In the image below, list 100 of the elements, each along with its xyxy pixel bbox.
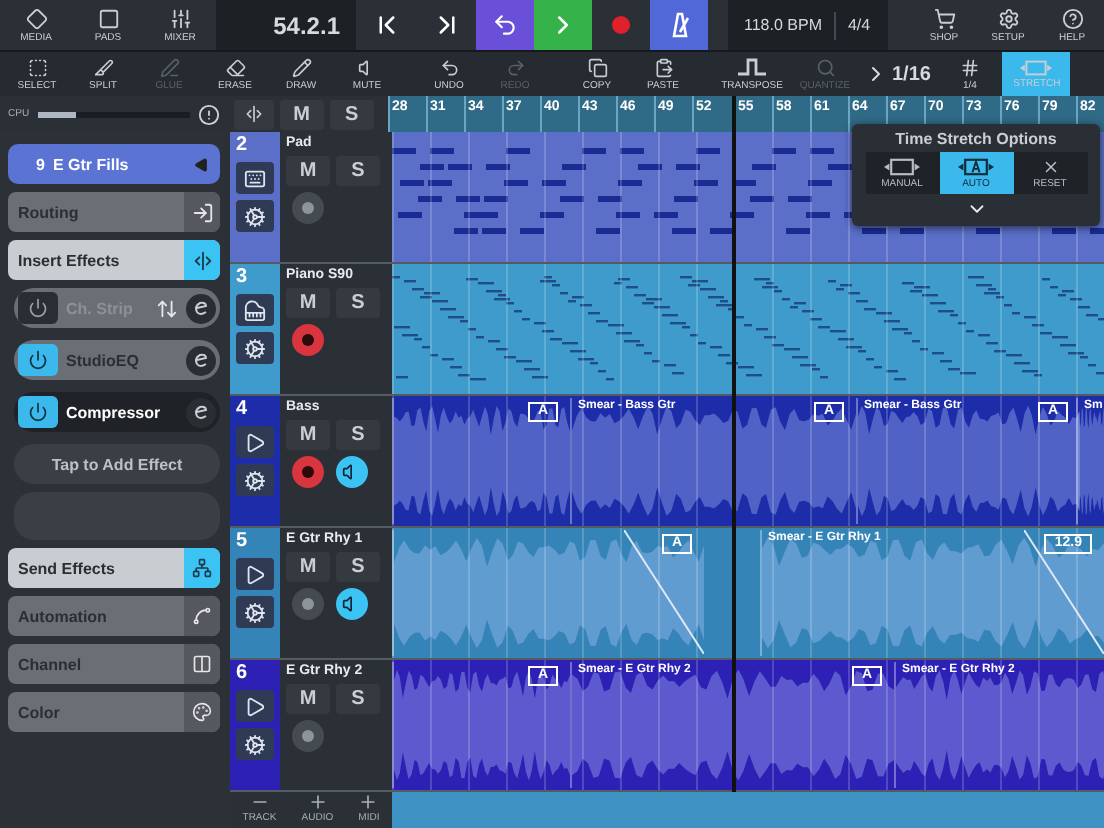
login-icon [191,201,213,223]
section-label: Automation [16,607,107,625]
popup-title: Time Stretch Options [895,130,1057,148]
instrument-button[interactable] [236,294,274,326]
pencil-icon [291,57,311,77]
s-button[interactable]: S [336,156,380,186]
edit-effect-button[interactable] [186,293,216,323]
cart-icon [933,7,955,29]
cog-icon [244,469,266,491]
instrument-button[interactable] [236,426,274,458]
power-icon [28,402,48,422]
redo-icon [505,57,525,77]
m-button[interactable]: M [286,420,330,450]
effect-name: Compressor [66,403,163,421]
record-arm-button[interactable] [292,720,324,752]
record-arm-button[interactable] [292,588,324,620]
section-label: Insert Effects [16,251,120,269]
track-number: 9 [36,155,45,173]
diamond-icon [25,7,47,29]
grid-icon [959,57,980,77]
instrument-button[interactable] [236,162,274,194]
tempo-text: 118.0 BPM [744,16,822,34]
warning-icon [197,103,220,125]
loop-button[interactable] [476,0,534,50]
square-icon [97,7,119,29]
position-display: 54.2.1 [216,0,356,50]
s-button[interactable]: S [336,684,380,714]
m-button[interactable]: M [279,99,324,129]
track-name: E Gtr Fills [52,155,131,173]
edit-icon [194,300,208,316]
edit-button[interactable] [236,596,274,628]
keyboard-icon [244,167,266,189]
plus-icon [358,792,379,812]
track-number: 4 [234,398,248,420]
close-icon [1041,157,1059,175]
separator-icon [243,104,264,124]
step-icon [738,57,766,77]
cog-icon [244,205,266,227]
edit-button[interactable] [236,200,274,232]
s-button[interactable]: S [336,552,380,582]
metronome-icon [667,12,691,38]
channel-icon [192,654,212,674]
quantize-value[interactable]: 1/16 [858,52,937,96]
split-view-button[interactable] [233,99,274,129]
help-icon [1061,7,1083,29]
section-label: Send Effects [16,559,115,577]
section-label: Channel [16,655,82,673]
add-effect-slot[interactable]: Tap to Add Effect [14,444,220,484]
power-button[interactable] [18,396,58,428]
inspector-section[interactable]: Send Effects [8,548,220,588]
edit-button[interactable] [236,464,274,496]
palette-icon [192,702,212,722]
record-arm-button[interactable] [292,456,324,488]
m-button[interactable]: M [286,156,330,186]
power-icon [28,350,48,370]
record-dot-icon [612,16,630,34]
cog-icon [244,733,266,755]
edit-button[interactable] [236,332,274,364]
cog-icon [244,337,266,359]
undo-icon [439,57,459,77]
edit-effect-button[interactable] [186,345,216,375]
monitor-button[interactable] [336,588,368,620]
edit-icon [194,352,208,368]
selected-track-banner[interactable]: 9 E Gtr Fills [8,144,220,184]
edit-button[interactable] [236,728,274,760]
magnifier-icon [815,57,835,77]
s-button[interactable]: S [336,288,380,318]
m-button[interactable]: M [286,552,330,582]
power-button[interactable] [18,292,58,324]
play-icon [244,695,266,717]
record-arm-button[interactable] [292,192,324,224]
curve-icon [192,606,212,626]
stretch-icon [958,157,994,175]
s-button[interactable]: S [336,420,380,450]
edit-effect-button[interactable] [186,397,216,427]
effect-name: StudioEQ [66,351,141,369]
metronome-button[interactable] [650,0,708,50]
paste-icon [653,57,673,77]
mixer-icon [169,7,191,29]
instrument-button[interactable] [236,558,274,590]
power-button[interactable] [18,344,58,376]
settings-icon [997,7,1019,29]
play-icon [244,563,266,585]
insert-effects-section[interactable]: Insert Effects [8,240,220,280]
record-arm-button[interactable] [292,324,324,356]
instrument-button[interactable] [236,690,274,722]
plus-icon [307,792,328,812]
edit-icon [194,404,208,420]
loop-icon [492,12,518,38]
eraser-icon [225,57,245,77]
s-button[interactable]: S [329,99,374,129]
glue-icon [159,57,179,77]
network-icon [192,558,212,578]
effect-slot[interactable]: Compressor [14,392,220,432]
m-button[interactable]: M [286,288,330,318]
monitor-button[interactable] [336,456,368,488]
track-number: 6 [234,662,248,684]
section-label: Color [16,703,60,721]
copy-icon [587,57,607,77]
m-button[interactable]: M [286,684,330,714]
